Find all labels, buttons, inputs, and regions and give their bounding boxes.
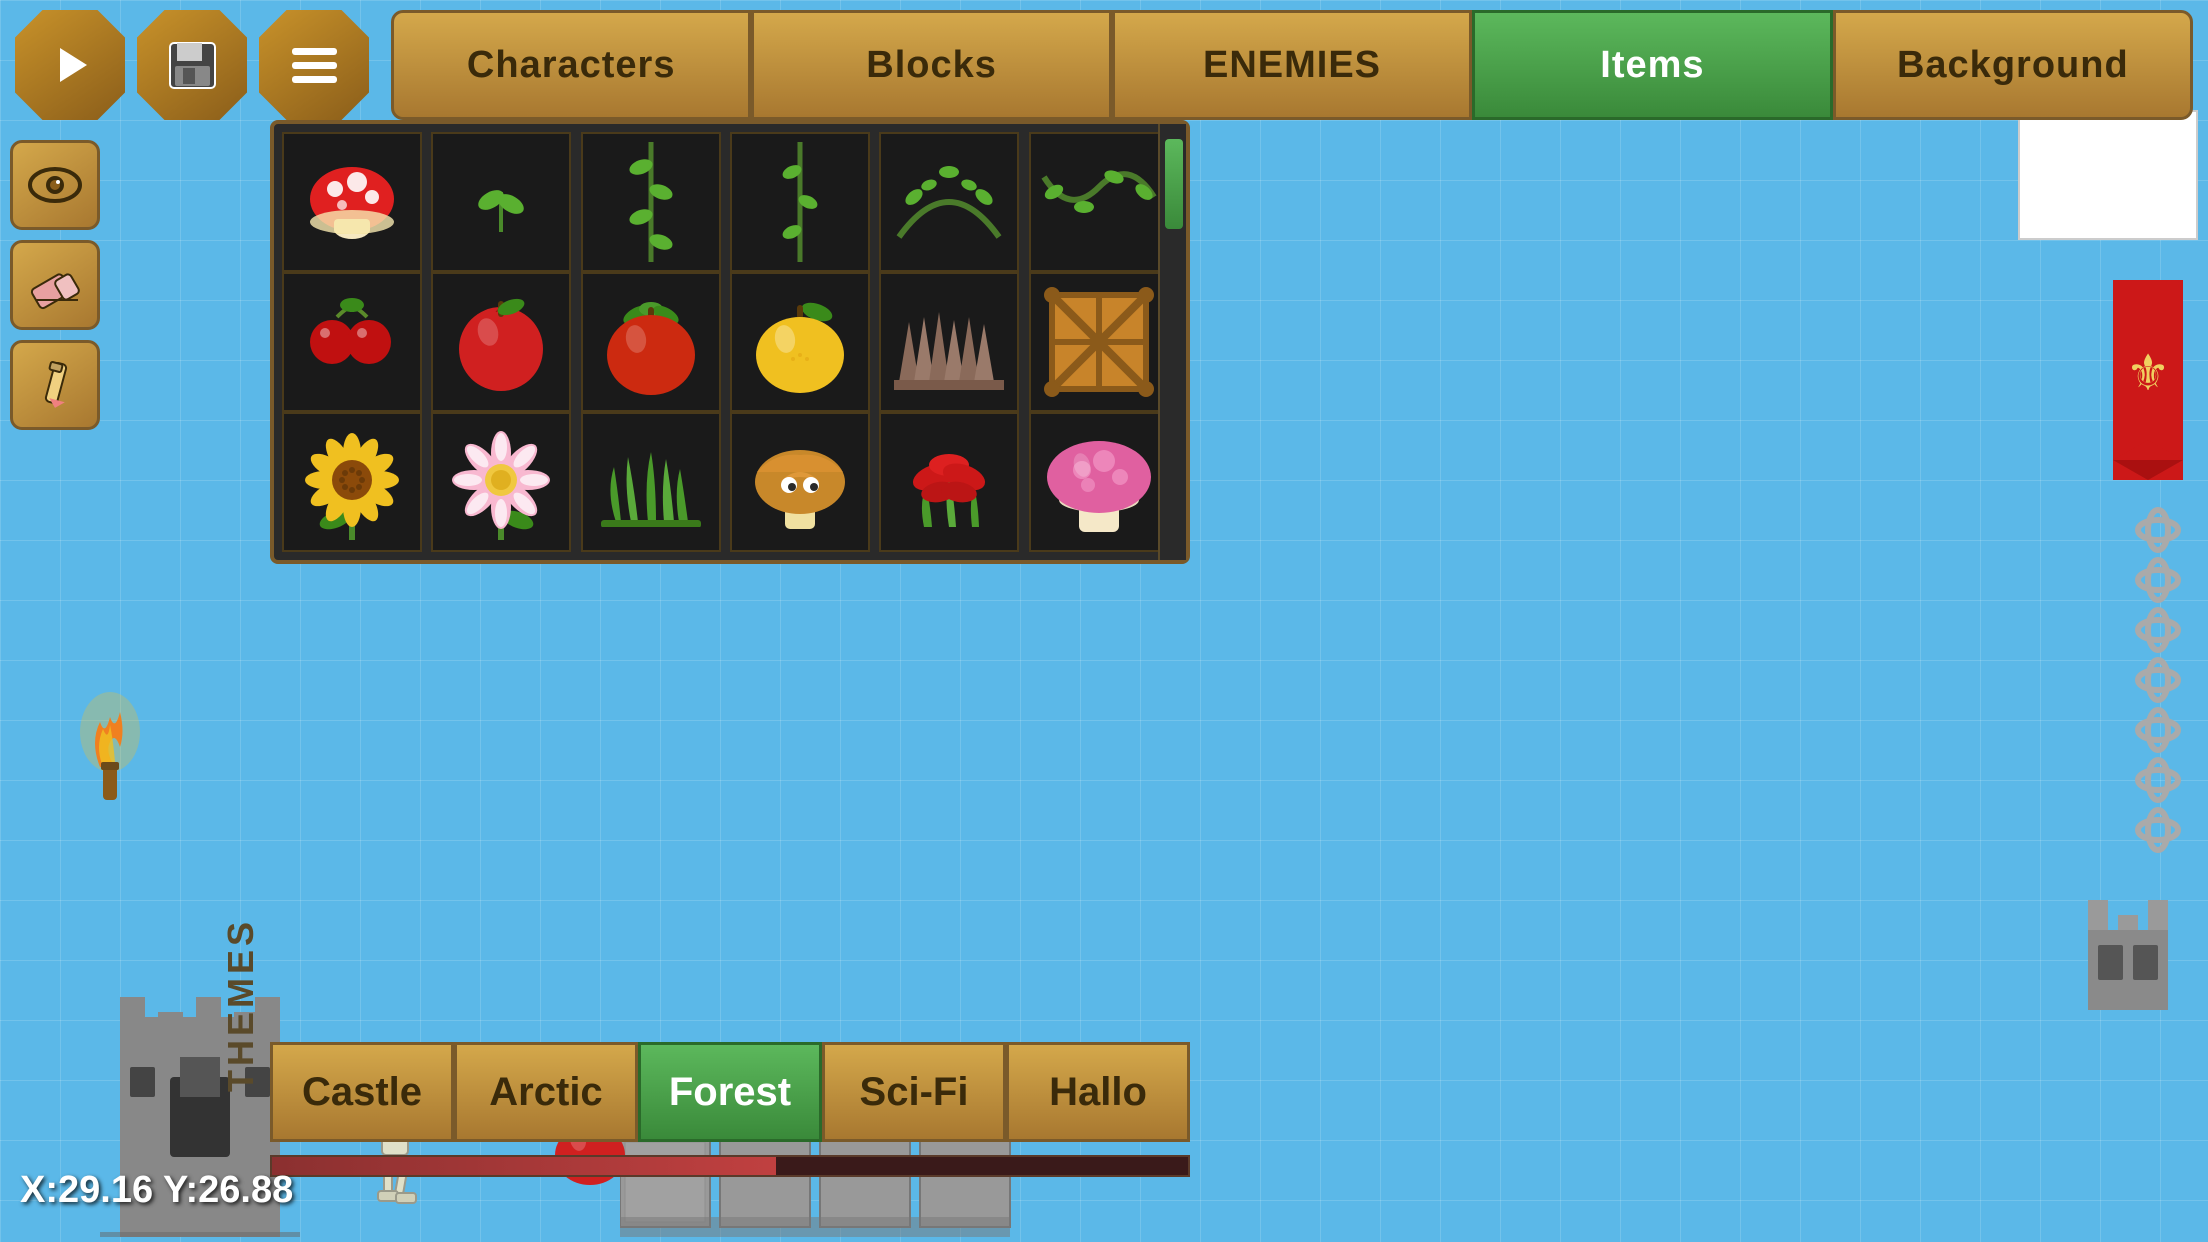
item-red-plant[interactable]	[879, 412, 1019, 552]
themes-label: THEMES	[220, 918, 262, 1092]
right-castle-deco	[2088, 500, 2208, 1105]
coordinates-display: X:29.16 Y:26.88	[20, 1169, 293, 1212]
item-mushroom-pink[interactable]	[1029, 412, 1169, 552]
menu-button[interactable]	[259, 10, 369, 120]
play-button[interactable]	[15, 10, 125, 120]
item-tomato[interactable]	[581, 272, 721, 412]
item-apple-red[interactable]	[431, 272, 571, 412]
item-grid	[274, 124, 1186, 560]
item-flower-white[interactable]	[431, 412, 571, 552]
item-lemon[interactable]	[730, 272, 870, 412]
tab-navigation: Characters Blocks ENEMIES Items Backgrou…	[391, 10, 2193, 120]
theme-hallo[interactable]: Hallo	[1006, 1042, 1190, 1142]
theme-arctic[interactable]: Arctic	[454, 1042, 638, 1142]
eye-button[interactable]	[10, 140, 100, 230]
tab-blocks[interactable]: Blocks	[751, 10, 1111, 120]
top-toolbar: Characters Blocks ENEMIES Items Backgrou…	[0, 0, 2208, 130]
progress-bar-fill	[272, 1157, 776, 1175]
svg-text:⚜: ⚜	[2126, 345, 2171, 401]
scrollbar[interactable]	[1158, 124, 1186, 560]
item-vine-stem[interactable]	[730, 132, 870, 272]
scroll-thumb[interactable]	[1165, 139, 1183, 229]
item-grass[interactable]	[581, 412, 721, 552]
pencil-button[interactable]	[10, 340, 100, 430]
item-sunflower[interactable]	[282, 412, 422, 552]
torch	[75, 687, 155, 812]
progress-bar-container	[270, 1155, 1190, 1177]
theme-scifi[interactable]: Sci-Fi	[822, 1042, 1006, 1142]
item-mushroom-fancy[interactable]	[730, 412, 870, 552]
item-crate[interactable]	[1029, 272, 1169, 412]
tab-items[interactable]: Items	[1472, 10, 1832, 120]
theme-castle[interactable]: Castle	[270, 1042, 454, 1142]
tab-background[interactable]: Background	[1833, 10, 2193, 120]
theme-tabs: Castle Arctic Forest Sci-Fi Hallo	[270, 1042, 1190, 1142]
item-mushroom-red[interactable]	[282, 132, 422, 272]
item-spikes[interactable]	[879, 272, 1019, 412]
red-banner: ⚜	[2103, 280, 2193, 485]
item-vine-straight[interactable]	[581, 132, 721, 272]
item-panel	[270, 120, 1190, 564]
eraser-button[interactable]	[10, 240, 100, 330]
item-empty-1[interactable]	[431, 132, 571, 272]
item-vine-garland[interactable]	[1029, 132, 1169, 272]
left-sidebar	[10, 140, 100, 430]
save-button[interactable]	[137, 10, 247, 120]
theme-forest[interactable]: Forest	[638, 1042, 822, 1142]
item-cherries[interactable]	[282, 272, 422, 412]
tab-enemies[interactable]: ENEMIES	[1112, 10, 1472, 120]
tab-characters[interactable]: Characters	[391, 10, 751, 120]
item-vine-arch[interactable]	[879, 132, 1019, 272]
